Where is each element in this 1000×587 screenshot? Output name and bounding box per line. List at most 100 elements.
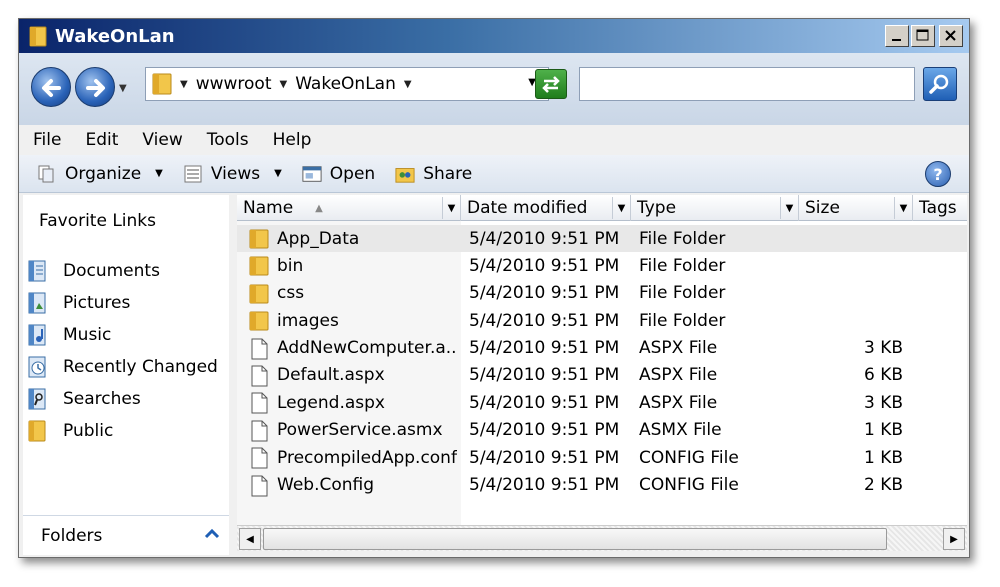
- file-name: AddNewComputer.a...: [277, 338, 457, 359]
- file-date-modified: 5/4/2010 9:51 PM: [469, 338, 620, 359]
- nav-item-pictures[interactable]: Pictures: [27, 287, 218, 319]
- file-name: Default.aspx: [277, 365, 385, 386]
- file-date-modified: 5/4/2010 9:51 PM: [469, 255, 620, 276]
- back-button[interactable]: [31, 67, 71, 107]
- table-row[interactable]: Legend.aspx 5/4/2010 9:51 PM ASPX File 3 KB: [237, 389, 967, 416]
- column-header-tags[interactable]: Tags: [913, 195, 967, 221]
- folders-label: Folders: [41, 525, 103, 546]
- file-type: CONFIG File: [639, 475, 739, 496]
- breadcrumb-arrow-icon[interactable]: ▼: [404, 79, 412, 90]
- file-icon: [251, 420, 268, 442]
- file-date-modified: 5/4/2010 9:51 PM: [469, 283, 620, 304]
- breadcrumb-wwwroot[interactable]: wwwroot: [196, 74, 272, 94]
- refresh-button[interactable]: [535, 69, 567, 99]
- folders-toggle[interactable]: Folders: [23, 515, 229, 555]
- column-date-label: Date modified: [467, 198, 588, 218]
- maximize-button[interactable]: [911, 25, 935, 47]
- file-type: ASPX File: [639, 392, 718, 413]
- file-icon: [251, 392, 268, 414]
- scrollbar-thumb[interactable]: [263, 528, 887, 550]
- breadcrumb-wakeonlan[interactable]: WakeOnLan: [295, 74, 396, 94]
- explorer-window: WakeOnLan ▼ ▼ wwwroot ▼ WakeOnLan ▼ ▼ Fi…: [18, 18, 970, 558]
- chevron-down-icon[interactable]: ▼: [894, 197, 912, 219]
- search-input[interactable]: [580, 68, 914, 100]
- column-header-date[interactable]: Date modified ▼: [461, 195, 631, 221]
- minimize-button[interactable]: [885, 25, 909, 47]
- nav-item-searches[interactable]: Searches: [27, 383, 218, 415]
- organize-button[interactable]: Organize ▼: [37, 164, 163, 184]
- chevron-down-icon: ▼: [155, 168, 163, 179]
- table-row[interactable]: PowerService.asmx 5/4/2010 9:51 PM ASMX Fi…: [237, 417, 967, 444]
- nav-item-label: Documents: [63, 261, 160, 281]
- nav-item-label: Recently Changed: [63, 357, 218, 377]
- file-size: 2 KB: [863, 475, 903, 496]
- views-button[interactable]: Views ▼: [183, 164, 282, 184]
- window-title: WakeOnLan: [55, 25, 175, 47]
- nav-item-label: Pictures: [63, 293, 131, 313]
- arrow-right-icon: [86, 79, 105, 97]
- menu-help[interactable]: Help: [273, 130, 312, 150]
- horizontal-scrollbar[interactable]: ◀ ▶: [237, 525, 967, 551]
- file-size: 1 KB: [863, 447, 903, 468]
- column-type-label: Type: [637, 198, 677, 218]
- recent-pages-dropdown[interactable]: ▼: [119, 83, 127, 94]
- title-bar[interactable]: WakeOnLan: [19, 19, 969, 53]
- file-size: 3 KB: [863, 338, 903, 359]
- folder-icon: [249, 256, 269, 276]
- breadcrumb-arrow-icon[interactable]: ▼: [180, 79, 188, 90]
- forward-button[interactable]: [75, 67, 115, 107]
- table-row[interactable]: css 5/4/2010 9:51 PM File Folder: [237, 280, 967, 307]
- arrow-left-icon: ◀: [246, 533, 254, 545]
- column-header-size[interactable]: Size ▼: [799, 195, 913, 221]
- scroll-right-button[interactable]: ▶: [943, 528, 965, 550]
- menu-file[interactable]: File: [33, 130, 61, 150]
- table-row[interactable]: PrecompiledApp.config 5/4/2010 9:51 PM CON…: [237, 444, 967, 471]
- breadcrumb-arrow-icon[interactable]: ▼: [280, 79, 288, 90]
- command-bar: Organize ▼ Views ▼ Open Share ?: [19, 155, 969, 193]
- menu-edit[interactable]: Edit: [85, 130, 118, 150]
- folder-icon: [29, 26, 47, 47]
- folder-icon: [28, 420, 46, 442]
- refresh-icon: [542, 76, 560, 93]
- nav-item-documents[interactable]: Documents: [27, 255, 218, 287]
- table-row[interactable]: bin 5/4/2010 9:51 PM File Folder: [237, 252, 967, 279]
- organize-icon: [38, 165, 54, 182]
- search-icon: [929, 74, 949, 94]
- scroll-left-button[interactable]: ◀: [239, 528, 261, 550]
- table-row[interactable]: Default.aspx 5/4/2010 9:51 PM ASPX File 6 K…: [237, 362, 967, 389]
- share-button[interactable]: Share: [395, 164, 472, 184]
- chevron-down-icon: ▼: [274, 168, 282, 179]
- menu-tools[interactable]: Tools: [207, 130, 249, 150]
- menu-view[interactable]: View: [142, 130, 182, 150]
- close-icon: [945, 30, 956, 41]
- help-button[interactable]: ?: [925, 161, 951, 187]
- file-name: PrecompiledApp.config: [277, 447, 457, 468]
- table-row[interactable]: Web.Config 5/4/2010 9:51 PM CONFIG File 2 K…: [237, 472, 967, 499]
- nav-item-music[interactable]: Music: [27, 319, 218, 351]
- chevron-down-icon[interactable]: ▼: [780, 197, 798, 219]
- nav-item-public[interactable]: Public: [27, 415, 218, 447]
- nav-item-label: Public: [63, 421, 114, 441]
- table-row[interactable]: images 5/4/2010 9:51 PM File Folder: [237, 307, 967, 334]
- folder-icon: [249, 229, 269, 249]
- file-name: bin: [277, 255, 304, 276]
- nav-item-recently-changed[interactable]: Recently Changed: [27, 351, 218, 383]
- file-type: File Folder: [639, 283, 726, 304]
- column-header-name[interactable]: Name ▲ ▼: [237, 195, 461, 221]
- chevron-down-icon[interactable]: ▼: [612, 197, 630, 219]
- chevron-down-icon[interactable]: ▼: [442, 197, 460, 219]
- chevron-up-icon: [204, 528, 220, 539]
- file-name: App_Data: [277, 228, 360, 249]
- help-icon: ?: [933, 164, 943, 184]
- file-name: images: [277, 310, 339, 331]
- file-size: 3 KB: [863, 392, 903, 413]
- address-bar[interactable]: ▼ wwwroot ▼ WakeOnLan ▼ ▼: [145, 67, 549, 101]
- search-button[interactable]: [923, 67, 957, 101]
- table-row[interactable]: AddNewComputer.a... 5/4/2010 9:51 PM ASPX …: [237, 335, 967, 362]
- search-box[interactable]: [579, 67, 915, 101]
- column-header-type[interactable]: Type ▼: [631, 195, 799, 221]
- open-button[interactable]: Open: [302, 164, 375, 184]
- close-button[interactable]: [939, 25, 963, 47]
- file-date-modified: 5/4/2010 9:51 PM: [469, 447, 620, 468]
- table-row[interactable]: App_Data 5/4/2010 9:51 PM File Folder: [237, 225, 967, 253]
